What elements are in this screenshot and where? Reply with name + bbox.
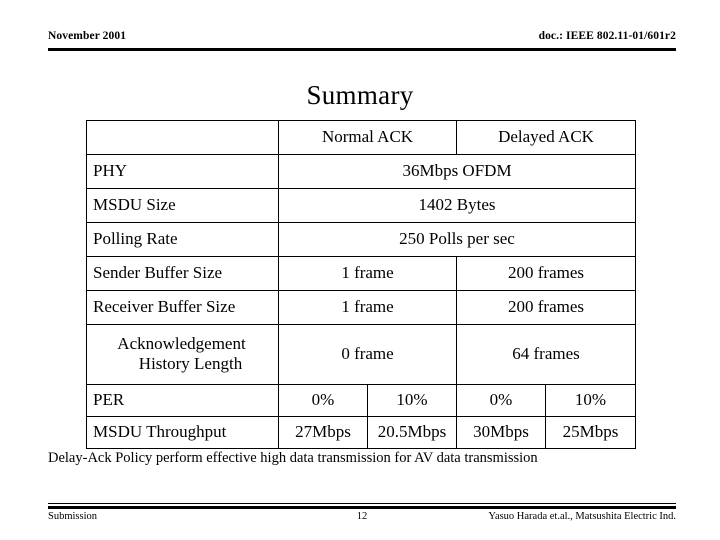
row-label-msdu-size: MSDU Size	[86, 188, 279, 223]
row-value-throughput-delayed-10: 25Mbps	[545, 416, 637, 449]
row-value-receiver-buffer-normal: 1 frame	[277, 290, 458, 325]
row-value-sender-buffer-delayed: 200 frames	[456, 256, 637, 291]
table-row: Acknowledgement History Length 0 frame 6…	[86, 324, 637, 385]
row-label-per: PER	[86, 384, 279, 417]
ack-label-line-1: Acknowledgement	[117, 333, 246, 353]
row-label-receiver-buffer-size: Receiver Buffer Size	[86, 290, 279, 325]
table-header-normal-ack: Normal ACK	[277, 120, 458, 155]
footer-author: Yasuo Harada et.al., Matsushita Electric…	[488, 511, 676, 522]
footer-rule-thin	[48, 503, 676, 504]
row-value-polling-rate: 250 Polls per sec	[277, 222, 637, 257]
row-value-receiver-buffer-delayed: 200 frames	[456, 290, 637, 325]
table-row: MSDU Throughput 27Mbps 20.5Mbps 30Mbps 2…	[86, 416, 637, 449]
table-header-delayed-ack: Delayed ACK	[456, 120, 637, 155]
table-row: Polling Rate 250 Polls per sec	[86, 222, 637, 257]
row-label-phy: PHY	[86, 154, 279, 189]
table-row: PER 0% 10% 0% 10%	[86, 384, 637, 417]
row-value-ack-history-delayed: 64 frames	[456, 324, 637, 385]
row-value-per-normal-10: 10%	[366, 384, 458, 417]
row-value-msdu-size: 1402 Bytes	[277, 188, 637, 223]
row-label-polling-rate: Polling Rate	[86, 222, 279, 257]
row-value-throughput-delayed-0: 30Mbps	[456, 416, 547, 449]
table-row: Receiver Buffer Size 1 frame 200 frames	[86, 290, 637, 325]
row-value-throughput-normal-10: 20.5Mbps	[366, 416, 458, 449]
header-date: November 2001	[48, 30, 127, 42]
row-value-per-delayed-10: 10%	[545, 384, 637, 417]
summary-table-container: Normal ACK Delayed ACK PHY 36Mbps OFDM M…	[86, 120, 637, 449]
row-value-throughput-normal-0: 27Mbps	[278, 416, 368, 449]
slide-canvas: November 2001 doc.: IEEE 802.11-01/601r2…	[0, 0, 720, 540]
row-value-per-normal-0: 0%	[278, 384, 368, 417]
table-row: Sender Buffer Size 1 frame 200 frames	[86, 256, 637, 291]
page-title: Summary	[306, 80, 414, 110]
table-row: MSDU Size 1402 Bytes	[86, 188, 637, 223]
header-rule	[48, 48, 676, 51]
row-label-msdu-throughput: MSDU Throughput	[86, 416, 279, 449]
header-document-id: doc.: IEEE 802.11-01/601r2	[538, 30, 676, 42]
row-value-per-delayed-0: 0%	[456, 384, 547, 417]
table-row: PHY 36Mbps OFDM	[86, 154, 637, 189]
conclusion-text: Delay-Ack Policy perform effective high …	[48, 450, 538, 466]
summary-table: Normal ACK Delayed ACK PHY 36Mbps OFDM M…	[86, 120, 637, 449]
table-header-row: Normal ACK Delayed ACK	[86, 120, 637, 155]
row-label-sender-buffer-size: Sender Buffer Size	[86, 256, 279, 291]
slide-footer: Submission 12 Yasuo Harada et.al., Matsu…	[48, 511, 676, 527]
row-value-sender-buffer-normal: 1 frame	[277, 256, 458, 291]
table-header-corner-cell	[86, 120, 279, 155]
ack-label-line-2: History Length	[138, 354, 243, 373]
row-value-ack-history-normal: 0 frame	[277, 324, 458, 385]
row-label-ack-history-length: Acknowledgement History Length	[86, 324, 279, 385]
row-value-phy: 36Mbps OFDM	[277, 154, 637, 189]
footer-rule-thick	[48, 506, 676, 509]
